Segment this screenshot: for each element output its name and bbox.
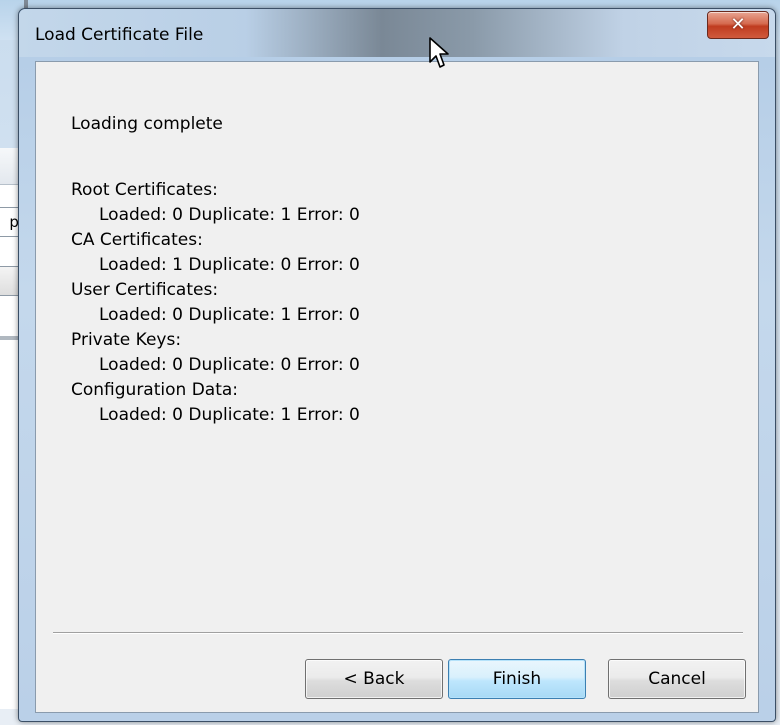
finish-button[interactable]: Finish bbox=[448, 659, 586, 699]
load-certificate-dialog: Load Certificate File ✕ Loading complete… bbox=[18, 8, 776, 722]
dialog-content: Loading complete Root Certificates: Load… bbox=[35, 61, 759, 713]
close-icon: ✕ bbox=[730, 14, 746, 35]
user-certificates-counts: Loaded: 0 Duplicate: 1 Error: 0 bbox=[99, 305, 360, 325]
ca-certificates-counts: Loaded: 1 Duplicate: 0 Error: 0 bbox=[99, 255, 360, 275]
status-message: Loading complete bbox=[71, 114, 223, 134]
root-certificates-counts: Loaded: 0 Duplicate: 1 Error: 0 bbox=[99, 205, 360, 225]
cancel-button[interactable]: Cancel bbox=[608, 659, 746, 699]
mouse-pointer-icon bbox=[429, 37, 449, 68]
button-separator bbox=[53, 632, 743, 634]
ca-certificates-heading: CA Certificates: bbox=[71, 230, 203, 250]
dialog-title: Load Certificate File bbox=[35, 25, 204, 45]
dialog-titlebar[interactable]: Load Certificate File ✕ bbox=[19, 9, 775, 57]
user-certificates-heading: User Certificates: bbox=[71, 280, 219, 300]
back-button[interactable]: < Back bbox=[305, 659, 443, 699]
configuration-data-counts: Loaded: 0 Duplicate: 1 Error: 0 bbox=[99, 405, 360, 425]
private-keys-heading: Private Keys: bbox=[71, 330, 182, 350]
close-button[interactable]: ✕ bbox=[707, 11, 769, 39]
load-results: Root Certificates: Loaded: 0 Duplicate: … bbox=[71, 178, 360, 428]
private-keys-counts: Loaded: 0 Duplicate: 0 Error: 0 bbox=[99, 355, 360, 375]
configuration-data-heading: Configuration Data: bbox=[71, 380, 239, 400]
root-certificates-heading: Root Certificates: bbox=[71, 180, 218, 200]
